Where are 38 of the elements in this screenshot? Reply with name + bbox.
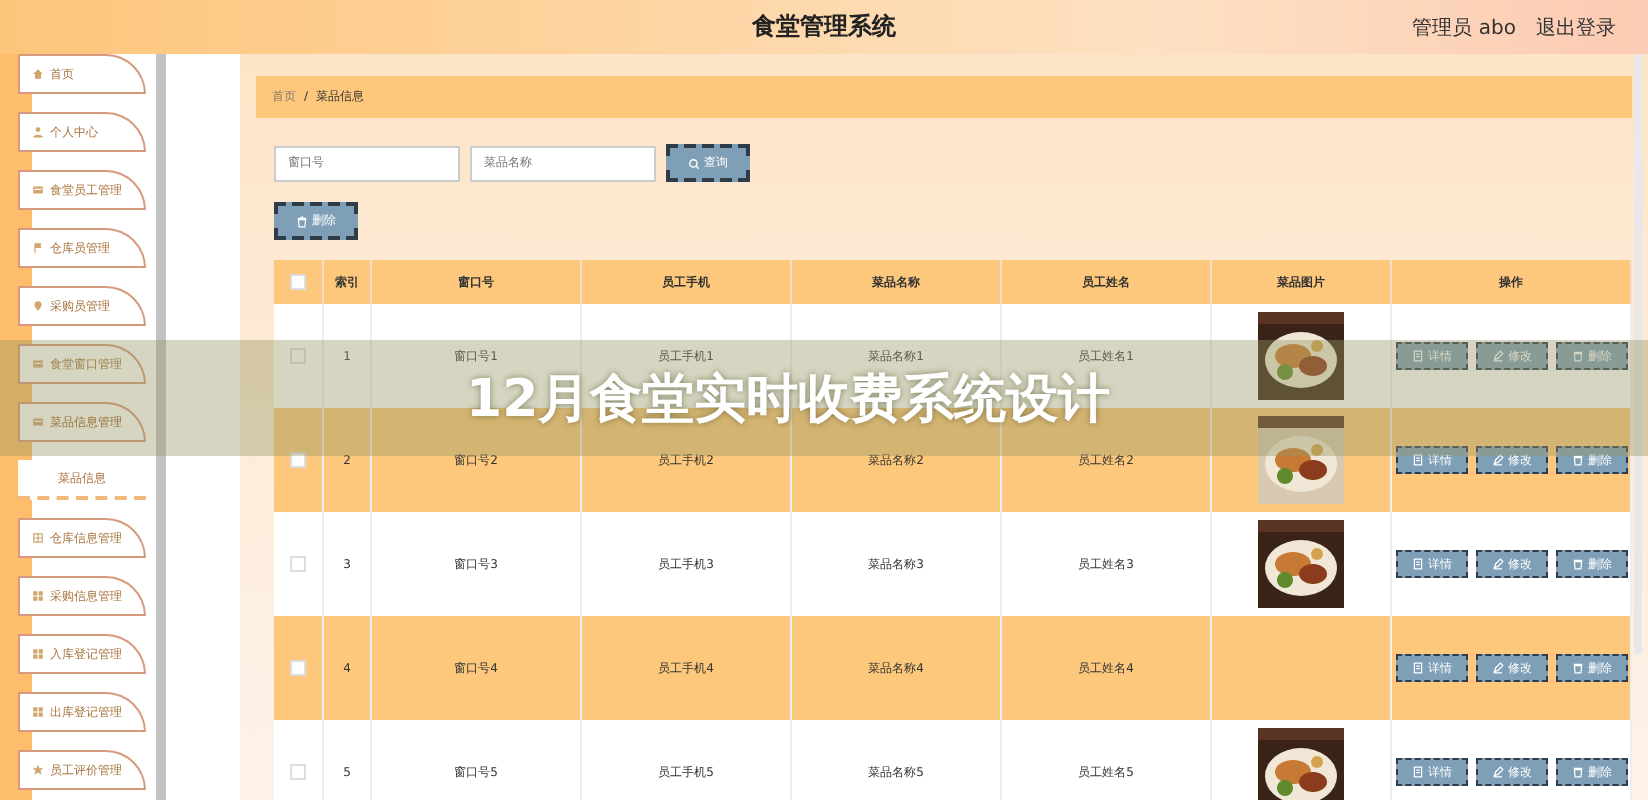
pencil-icon	[1492, 558, 1504, 570]
trash-icon	[1572, 662, 1584, 674]
trash-icon	[1572, 558, 1584, 570]
pencil-icon	[1492, 766, 1504, 778]
row-checkbox[interactable]	[290, 452, 306, 468]
pencil-icon	[1492, 662, 1504, 674]
squares-icon	[32, 706, 44, 718]
app-title: 食堂管理系统	[752, 10, 896, 44]
select-all-checkbox[interactable]	[290, 274, 306, 290]
person-icon	[32, 126, 44, 138]
squares-icon	[32, 648, 44, 660]
card-icon	[32, 416, 44, 428]
document-icon	[1412, 662, 1424, 674]
trash-icon	[1572, 350, 1584, 362]
card-icon	[32, 358, 44, 370]
document-icon	[1412, 766, 1424, 778]
document-icon	[1412, 350, 1424, 362]
star-icon	[32, 764, 44, 776]
card-icon	[32, 184, 44, 196]
user-label: 管理员 abo	[1412, 16, 1516, 42]
document-icon	[1412, 454, 1424, 466]
trash-icon	[296, 215, 308, 227]
pencil-icon	[1492, 350, 1504, 362]
logout-link[interactable]: 退出登录	[1536, 14, 1616, 42]
document-icon	[1412, 558, 1424, 570]
pencil-icon	[1492, 454, 1504, 466]
row-checkbox[interactable]	[290, 556, 306, 572]
scrollbar[interactable]	[156, 54, 166, 800]
row-checkbox[interactable]	[290, 764, 306, 780]
home-icon	[32, 68, 44, 80]
row-checkbox[interactable]	[290, 660, 306, 676]
trash-icon	[1572, 766, 1584, 778]
squares-icon	[32, 590, 44, 602]
flag-icon	[32, 242, 44, 254]
trash-icon	[1572, 454, 1584, 466]
pin-icon	[32, 300, 44, 312]
grid-icon	[32, 532, 44, 544]
search-icon	[688, 157, 700, 169]
